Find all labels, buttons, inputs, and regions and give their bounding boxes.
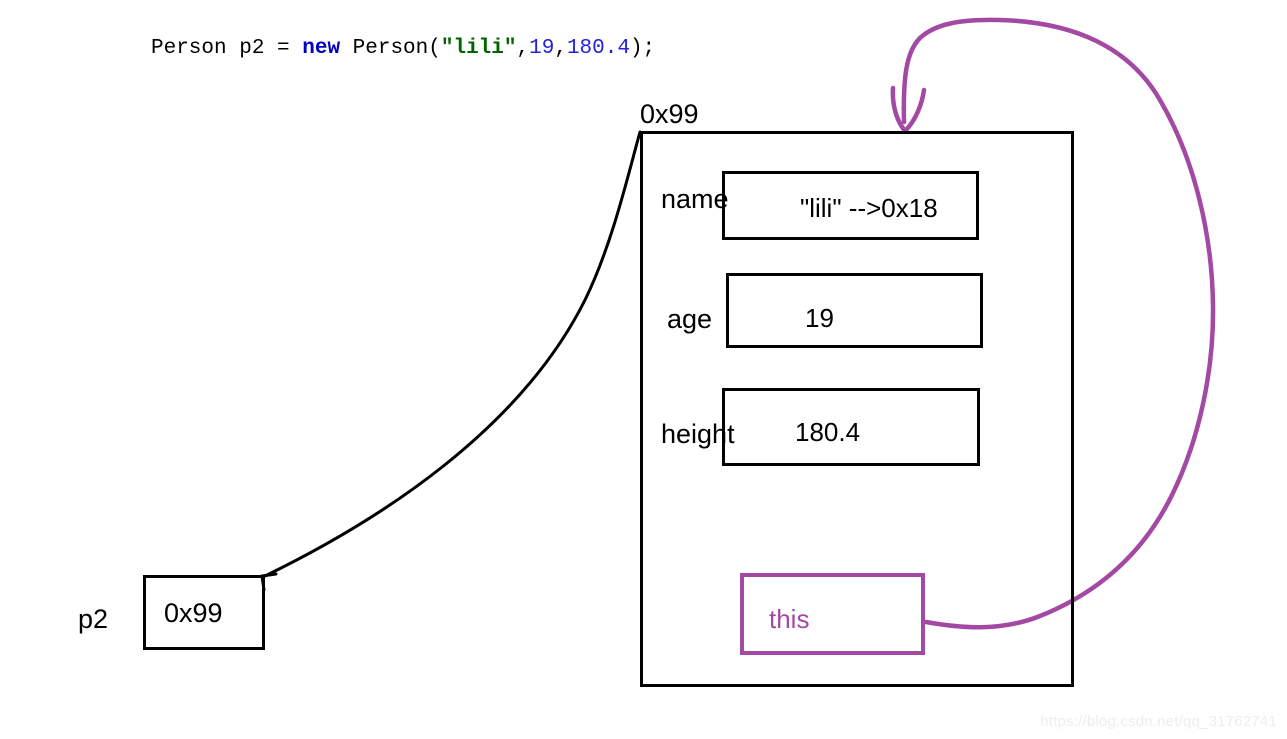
field-label-height: height bbox=[661, 419, 735, 449]
p2-reference-arrow-curve bbox=[263, 130, 642, 578]
code-token-comma-1: , bbox=[516, 37, 530, 60]
code-token-new-keyword: new bbox=[302, 37, 341, 60]
code-line: Person p2 = new Person("lili",19,180.4); bbox=[151, 36, 655, 62]
field-label-name: name bbox=[661, 184, 729, 214]
field-value-age: 19 bbox=[805, 303, 834, 333]
this-reference-label: this bbox=[769, 604, 810, 634]
code-token-constructor-call: Person( bbox=[340, 37, 441, 60]
code-token-statement-end: ); bbox=[629, 37, 656, 60]
code-token-number-arg-height: 180.4 bbox=[566, 37, 630, 60]
code-token-comma-2: , bbox=[554, 37, 567, 60]
code-token-declaration: Person p2 = bbox=[151, 37, 303, 60]
stack-variable-value: 0x99 bbox=[164, 598, 223, 628]
field-value-height: 180.4 bbox=[795, 417, 861, 447]
watermark: https://blog.csdn.net/qq_31762741 bbox=[1040, 713, 1277, 730]
this-reference-box bbox=[740, 573, 925, 655]
field-box-age bbox=[726, 273, 983, 348]
this-pointer-arrowhead bbox=[890, 85, 927, 134]
field-value-name: "lili" -->0x18 bbox=[800, 193, 938, 223]
diagram-canvas: Person p2 = new Person("lili",19,180.4);… bbox=[0, 0, 1287, 739]
field-label-age: age bbox=[667, 304, 713, 334]
object-address-label: 0x99 bbox=[640, 99, 699, 129]
stack-variable-name: p2 bbox=[78, 604, 109, 634]
code-token-string-arg: "lili" bbox=[440, 37, 517, 60]
code-token-number-arg-age: 19 bbox=[529, 37, 555, 60]
